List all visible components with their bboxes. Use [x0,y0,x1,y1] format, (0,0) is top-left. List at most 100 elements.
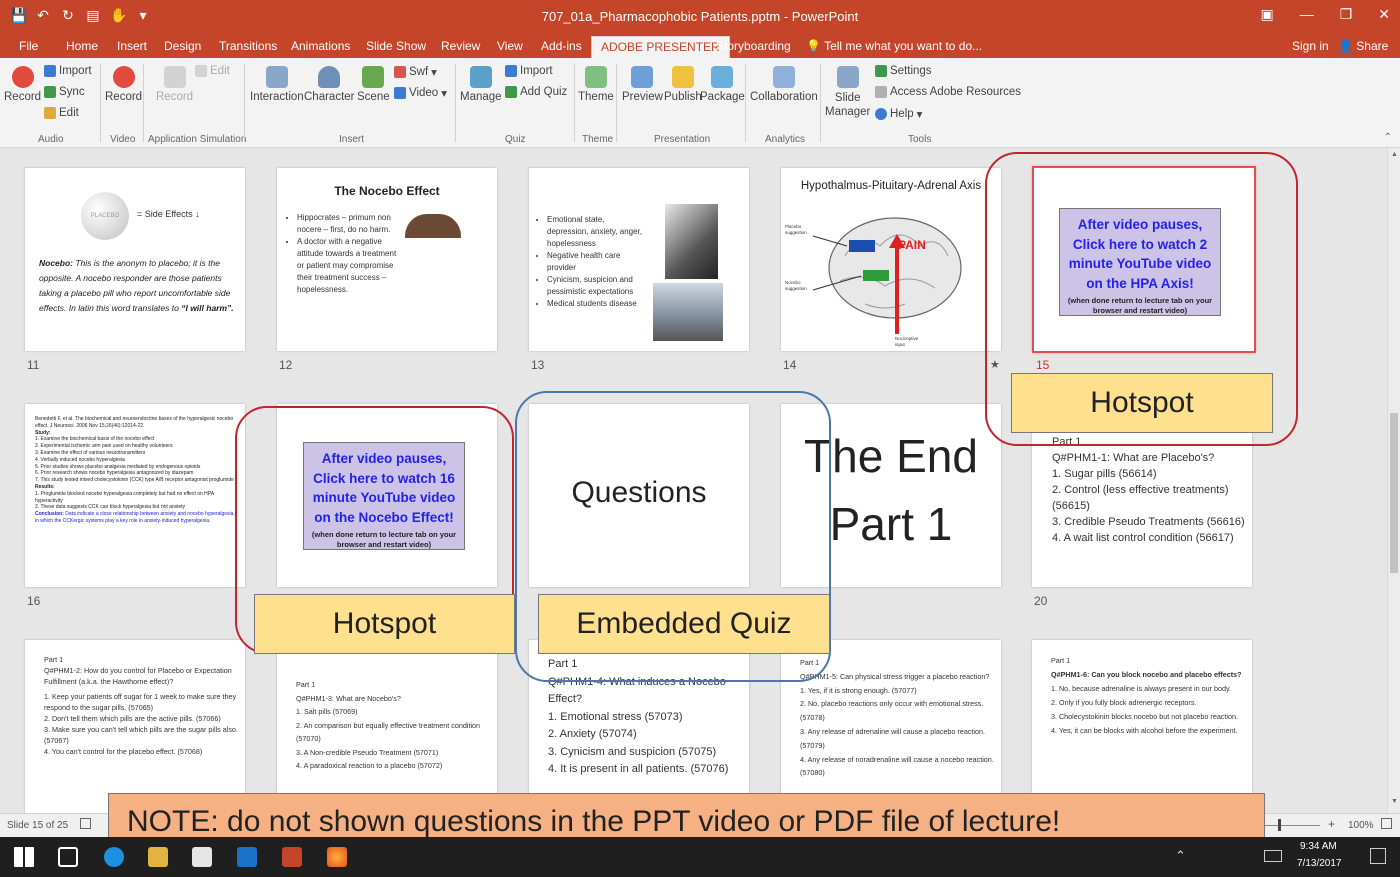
group-separator [616,64,617,142]
adobe-resources-button[interactable]: Access Adobe Resources [875,86,1021,98]
placebo-pill-image: PLACEBO [81,192,129,240]
quiz-option: 3. Cynicism and suspicion (57075) [548,745,717,758]
slide-thumbnail-12[interactable]: The Nocebo Effect Hippocrates – primum n… [277,168,497,351]
tab-add-ins[interactable]: Add-ins [541,39,582,53]
audio-sync-button[interactable]: Sync [44,86,85,98]
scene-button[interactable]: Scene [357,66,390,103]
outlook-icon[interactable] [237,847,257,867]
windows-taskbar: ⌃ 9:34 AM 7/13/2017 [0,837,1400,877]
video-record-button[interactable]: Record [105,66,142,103]
audio-edit-button[interactable]: Edit [44,107,79,119]
firefox-icon[interactable] [327,847,347,867]
add-quiz-button[interactable]: Add Quiz [505,86,567,98]
scrollbar-thumb[interactable] [1390,413,1398,573]
tab-transitions[interactable]: Transitions [219,39,277,53]
zoom-level[interactable]: 100% [1348,820,1374,831]
appsim-edit-button[interactable]: Edit [195,65,230,77]
tab-view[interactable]: View [497,39,523,53]
text-line: 1. Proglumide blocked nocebo hyperalgesi… [35,490,214,504]
video-insert-button[interactable]: Video ▾ [394,86,447,100]
tab-storyboarding[interactable]: Storyboarding [716,39,791,53]
group-separator [574,64,575,142]
windows-start-icon[interactable] [14,847,34,867]
appsim-record-button[interactable]: Record [156,66,193,103]
audio-import-button[interactable]: Import [44,65,92,77]
slide-thumbnail-21[interactable]: Part 1 Q#PHM1-2: How do you control for … [25,640,245,813]
quiz-3-text: Part 1 Q#PHM1-3: What are Nocebo's? 1. S… [296,678,491,773]
bullet: Hippocrates – primum non nocere – first,… [297,212,403,236]
slide-13-bullets: Emotional state, depression, anxiety, an… [541,214,645,310]
slide-12-bullets: Hippocrates – primum non nocere – first,… [291,212,403,296]
quiz-option: 3. Cholecystokinin blocks nocebo but not… [1051,712,1238,721]
text-line: Study: [35,429,51,436]
quiz-import-button[interactable]: Import [505,65,553,77]
share-button[interactable]: 👤 Share [1338,39,1388,53]
tab-file[interactable]: File [19,39,38,53]
store-icon[interactable] [192,847,212,867]
collapse-ribbon-icon[interactable]: ⌃ [1384,132,1392,143]
bullet: A doctor with a negative attitude toward… [297,236,403,296]
tab-animations[interactable]: Animations [291,39,350,53]
notifications-icon[interactable] [1370,848,1386,864]
slide-manager-button[interactable]: Slide Manager [825,66,870,119]
slide-thumbnail-22[interactable]: Part 1 Q#PHM1-3: What are Nocebo's? 1. S… [277,652,497,812]
doctor-photo [405,214,461,306]
character-button[interactable]: Character [304,66,355,103]
quiz-option: 1. Emotional stress (57073) [548,710,683,723]
slide-thumbnail-13[interactable]: Emotional state, depression, anxiety, an… [529,168,749,351]
bullet: Emotional state, depression, anxiety, an… [547,214,645,250]
zoom-in-icon[interactable]: + [1328,817,1335,831]
quiz-option: 2. No, placebo reactions only occur with… [800,699,984,723]
preview-button[interactable]: Preview [622,66,663,103]
slide-thumbnail-11[interactable]: PLACEBO = Side Effects ↓ Nocebo: This is… [25,168,245,351]
theme-button[interactable]: Theme [578,66,614,103]
slide-thumbnail-16[interactable]: Benedetti F, et al. The biochemical and … [25,404,245,587]
quiz-manage-button[interactable]: Manage [460,66,502,103]
screen-record-icon [163,66,186,88]
package-button[interactable]: Package [700,66,745,103]
adobe-resources-label: Access Adobe Resources [890,86,1022,98]
swf-button[interactable]: Swf ▾ [394,65,437,79]
clock-time[interactable]: 9:34 AM [1300,841,1337,852]
ribbon-display-icon[interactable]: ▣ [1260,6,1273,23]
slide-thumbnail-14[interactable]: Hypothalmus-Pituitary-Adrenal Axis PAIN … [781,168,1001,351]
sync-icon [44,86,56,98]
tab-review[interactable]: Review [441,39,480,53]
settings-button[interactable]: Settings [875,65,932,77]
tab-slide-show[interactable]: Slide Show [366,39,426,53]
tray-overflow-icon[interactable]: ⌃ [1175,848,1186,864]
task-view-icon[interactable] [58,847,78,867]
video-icon [394,87,406,99]
slide-thumbnail-25[interactable]: Part 1 Q#PHM1-6: Can you block nocebo an… [1032,640,1252,813]
group-label-analytics: Analytics [765,134,806,145]
sign-in-link[interactable]: Sign in [1292,39,1329,53]
vertical-scrollbar[interactable]: ▲ ▼ [1387,148,1400,813]
tab-home[interactable]: Home [66,39,98,53]
keyboard-icon[interactable] [1264,850,1282,862]
scroll-up-icon[interactable]: ▲ [1391,151,1398,158]
collaboration-button[interactable]: Collaboration [750,66,818,103]
text-line: 3. Examine the effect of various neurotr… [35,449,146,456]
zoom-slider-handle[interactable] [1278,819,1281,831]
minimize-icon[interactable]: — [1300,6,1314,23]
scroll-down-icon[interactable]: ▼ [1391,798,1398,805]
edge-browser-icon[interactable] [104,847,124,867]
tab-insert[interactable]: Insert [117,39,147,53]
tell-me-box[interactable]: 💡 Tell me what you want to do... [806,39,982,53]
powerpoint-icon[interactable] [282,847,302,867]
restore-icon[interactable]: ❐ [1340,6,1353,23]
file-explorer-icon[interactable] [148,847,168,867]
publish-button[interactable]: Publish [664,66,702,103]
audio-record-button[interactable]: Record [4,66,41,103]
tab-design[interactable]: Design [164,39,201,53]
quiz-option: 2. Only if you fully block adrenergic re… [1051,698,1197,707]
interaction-button[interactable]: Interaction [250,66,304,103]
quiz-question: Q#PHM1-3: What are Nocebo's? [296,693,401,703]
clock-date[interactable]: 7/13/2017 [1297,858,1342,869]
fit-to-window-icon[interactable] [1381,818,1392,829]
help-button[interactable]: Help ▾ [875,107,922,121]
tab-adobe-presenter[interactable]: ADOBE PRESENTER [591,36,730,59]
spell-check-icon[interactable] [80,818,91,829]
close-icon[interactable]: ✕ [1378,6,1390,23]
import-icon [44,65,56,77]
